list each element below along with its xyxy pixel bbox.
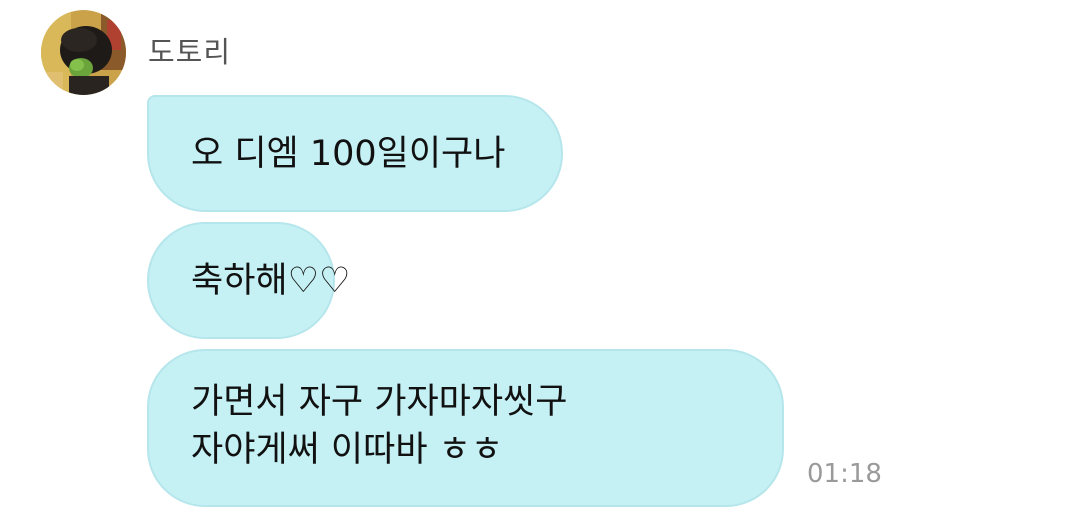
avatar-photo-icon: [41, 10, 126, 95]
message-text: 가면서 자구 가자마자씻구: [191, 382, 568, 422]
chat-thread: 도토리 오 디엠 100일이구나 축하해♡♡ 가면서 자구 가자마자씻구 자야게…: [0, 0, 1080, 521]
message-timestamp: 01:18: [807, 459, 882, 489]
message-bubble[interactable]: 축하해♡♡: [147, 222, 351, 339]
message-text: 자야게써 이따바 ㅎㅎ: [191, 430, 504, 470]
sender-avatar[interactable]: [41, 10, 126, 95]
sender-name: 도토리: [148, 35, 232, 69]
message-bubble[interactable]: 오 디엠 100일이구나: [147, 95, 563, 212]
message-text: 오 디엠 100일이구나: [191, 134, 506, 174]
message-bubble[interactable]: 가면서 자구 가자마자씻구 자야게써 이따바 ㅎㅎ: [147, 349, 784, 507]
message-text: 축하해♡♡: [191, 261, 351, 301]
